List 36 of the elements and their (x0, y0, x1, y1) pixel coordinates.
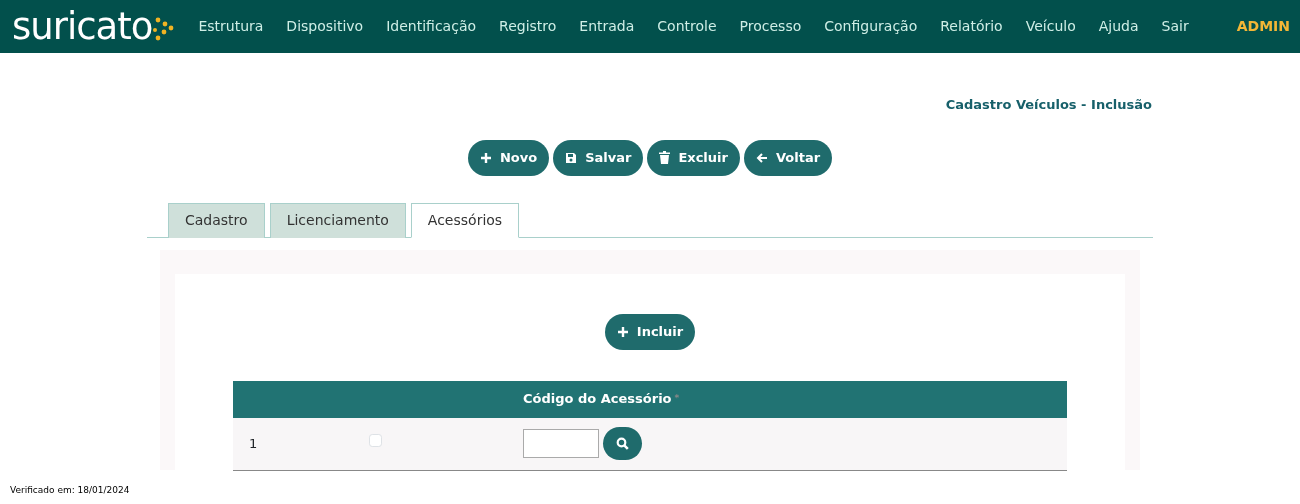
menu-item[interactable]: Identificação (386, 16, 477, 37)
back-button[interactable]: Voltar (743, 139, 833, 176)
arrow-left-icon (755, 151, 768, 164)
logo: suricato (12, 8, 175, 45)
menu-item[interactable]: Processo (739, 16, 802, 37)
menu-item[interactable]: Entrada (579, 16, 635, 37)
user-name: ADMIN (1236, 17, 1290, 36)
plus-icon (616, 325, 629, 338)
include-button[interactable]: Incluir (604, 313, 696, 350)
save-button[interactable]: Salvar (553, 139, 644, 176)
row-checkbox[interactable] (369, 433, 382, 447)
required-mark: * (674, 392, 680, 406)
search-icon (616, 437, 629, 450)
menu-item[interactable]: Registro (499, 16, 557, 37)
floppy-icon (565, 151, 578, 164)
code-field[interactable] (523, 429, 599, 458)
new-button[interactable]: Novo (467, 139, 550, 176)
menu-item[interactable]: Configuração (824, 16, 918, 37)
menu-item[interactable]: Veículo (1025, 16, 1076, 37)
menu-item[interactable]: Dispositivo (286, 16, 364, 37)
row-number: 1 (249, 435, 258, 451)
tab[interactable]: Acessórios (410, 202, 520, 238)
verification-date: Verificado em: 18/01/2024 (10, 484, 130, 497)
menu-item[interactable]: Ajuda (1098, 16, 1139, 37)
tab[interactable]: Licenciamento (269, 202, 406, 238)
menu-item[interactable]: Estrutura (198, 16, 264, 37)
trash-icon (659, 151, 671, 164)
tab[interactable]: Cadastro (168, 202, 265, 238)
delete-button[interactable]: Excluir (647, 139, 740, 176)
page-title: Cadastro Veículos - Inclusão (945, 96, 1152, 114)
menu-item[interactable]: Sair (1161, 16, 1189, 37)
menu-item[interactable]: Relatório (940, 16, 1003, 37)
column-header: Código do Acessório (523, 390, 672, 409)
plus-icon (479, 151, 492, 164)
menu-item[interactable]: Controle (657, 16, 717, 37)
search-button[interactable] (603, 427, 642, 460)
